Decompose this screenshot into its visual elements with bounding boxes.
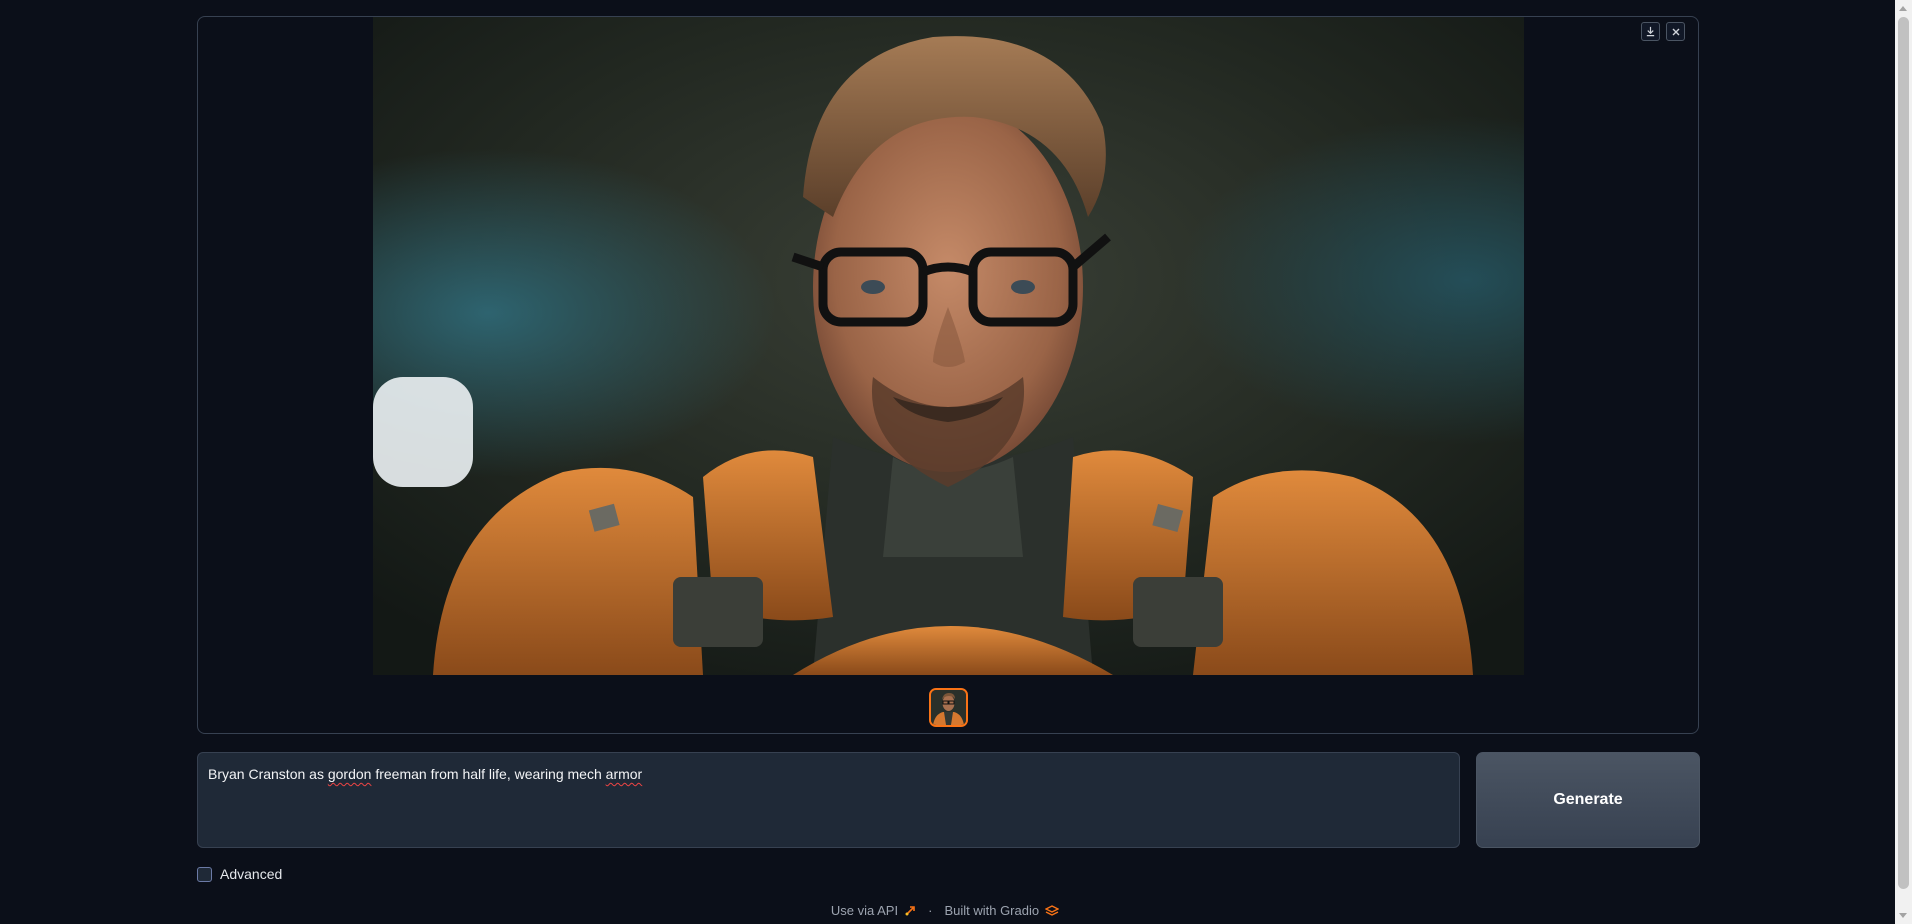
- prompt-text-2: gordon: [327, 766, 372, 782]
- prompt-text-3: freeman from half life, wearing mech: [371, 766, 606, 782]
- rocket-icon: [905, 905, 915, 915]
- thumbnail-image: [931, 690, 966, 725]
- advanced-label: Advanced: [220, 866, 283, 882]
- gallery-toolbar: [1641, 22, 1685, 41]
- scroll-down-arrow-icon[interactable]: [1899, 913, 1907, 918]
- app-root: Bryan Cranston as gordon freeman from ha…: [0, 0, 1912, 924]
- footer-separator: ·: [928, 903, 933, 918]
- download-button[interactable]: [1641, 22, 1660, 41]
- scroll-thumb[interactable]: [1898, 17, 1909, 889]
- portrait-illustration: [373, 17, 1524, 675]
- footer: Use via API · Built with Gradio: [0, 903, 1890, 918]
- prompt-textarea[interactable]: Bryan Cranston as gordon freeman from ha…: [197, 752, 1460, 848]
- gallery-thumbnail[interactable]: [929, 688, 968, 727]
- page-scrollbar[interactable]: [1895, 0, 1912, 924]
- image-gallery: [197, 16, 1699, 734]
- gradio-logo-icon: [1045, 904, 1060, 916]
- close-button[interactable]: [1666, 22, 1685, 41]
- prompt-text-1: Bryan Cranston as: [208, 766, 328, 782]
- download-icon: [1646, 26, 1655, 37]
- close-icon: [1672, 28, 1679, 35]
- advanced-checkbox[interactable]: [197, 866, 212, 882]
- prompt-text-4: armor: [605, 766, 643, 782]
- built-with-gradio-link[interactable]: Built with Gradio: [944, 903, 1039, 918]
- generate-button[interactable]: Generate: [1476, 752, 1700, 848]
- advanced-toggle[interactable]: Advanced: [197, 866, 282, 882]
- generated-image: [373, 17, 1524, 675]
- use-via-api-link[interactable]: Use via API: [831, 903, 898, 918]
- scroll-up-arrow-icon[interactable]: [1899, 6, 1907, 11]
